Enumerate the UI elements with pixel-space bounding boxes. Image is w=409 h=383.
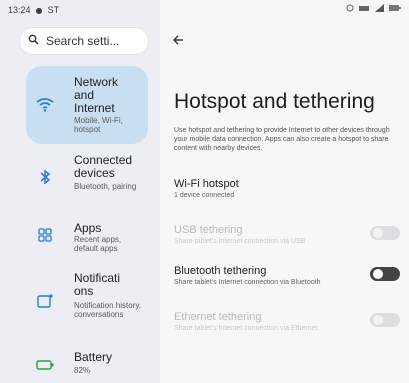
sidebar-item-sub: Notification history, conversations	[74, 301, 141, 319]
status-icons	[345, 4, 401, 12]
ethernet-tethering-row: Ethernet tethering Share tablet's Intern…	[174, 311, 404, 332]
setting-sub: Share tablet's Internet connection via B…	[174, 279, 321, 286]
sidebar-item-apps[interactable]: Apps Recent apps, default apps	[26, 218, 148, 258]
page-title: Hotspot and tethering	[174, 90, 375, 113]
ethernet-tethering-toggle	[370, 313, 400, 327]
back-arrow-icon[interactable]	[172, 33, 184, 51]
usb-tethering-toggle	[370, 226, 400, 240]
sidebar-item-notifications[interactable]: Notifications Notification history, conv…	[26, 272, 148, 332]
sidebar-item-network[interactable]: Network and Internet Mobile, Wi-Fi, hots…	[26, 66, 148, 144]
sidebar-item-battery[interactable]: Battery 82%	[26, 348, 148, 378]
alarm-icon	[36, 7, 43, 14]
search-icon	[20, 34, 46, 48]
toggle-knob	[373, 269, 383, 279]
bluetooth-icon	[36, 168, 54, 186]
setting-title: Wi-Fi hotspot	[174, 178, 239, 190]
status-time: 13:24 ST	[8, 5, 59, 15]
sidebar-item-sub: Recent apps, default apps	[74, 235, 122, 253]
bluetooth-tethering-toggle[interactable]	[370, 267, 400, 281]
status-carrier: ST	[47, 5, 60, 15]
sidebar-item-label: Battery	[74, 350, 113, 364]
setting-sub: Share tablet's Internet connection via E…	[174, 325, 318, 332]
sidebar-item-label: Connected devices	[74, 153, 133, 180]
wifi-icon	[36, 96, 54, 114]
cell-signal-icon	[375, 4, 384, 12]
sidebar-item-sub: 82%	[74, 366, 91, 375]
page-description: Use hotspot and tethering to provide Int…	[174, 127, 390, 152]
sidebar-item-label: Apps	[74, 221, 102, 235]
battery-icon	[36, 356, 54, 374]
toggle-knob	[373, 228, 383, 238]
setting-sub: Share tablet's Internet connection via U…	[174, 238, 306, 245]
sidebar-item-label: Network and Internet	[74, 75, 119, 115]
vibrate-icon	[346, 4, 354, 12]
wifi-hotspot-row[interactable]: Wi-Fi hotspot 1 device connected	[174, 178, 404, 199]
notification-icon	[36, 292, 54, 310]
bluetooth-tethering-row[interactable]: Bluetooth tethering Share tablet's Inter…	[174, 265, 404, 286]
apps-grid-icon	[36, 226, 54, 244]
sidebar-item-connected-devices[interactable]: Connected devices Bluetooth, pairing	[26, 150, 148, 206]
toggle-knob	[373, 315, 383, 325]
status-bar: 13:24 ST	[0, 0, 409, 18]
search-input[interactable]: Search setti...	[46, 34, 138, 48]
status-time-text: 13:24	[8, 5, 31, 15]
usb-tethering-row: USB tethering Share tablet's Internet co…	[174, 224, 404, 245]
battery-status-icon	[389, 5, 401, 11]
setting-sub: 1 device connected	[174, 192, 235, 199]
sidebar-item-sub: Bluetooth, pairing	[74, 182, 137, 191]
search-bar[interactable]: Search setti...	[20, 28, 148, 54]
sidebar-item-label: Notifications	[74, 271, 121, 298]
sidebar-item-sub: Mobile, Wi-Fi, hotspot	[74, 116, 123, 134]
signal-icon	[359, 6, 369, 11]
